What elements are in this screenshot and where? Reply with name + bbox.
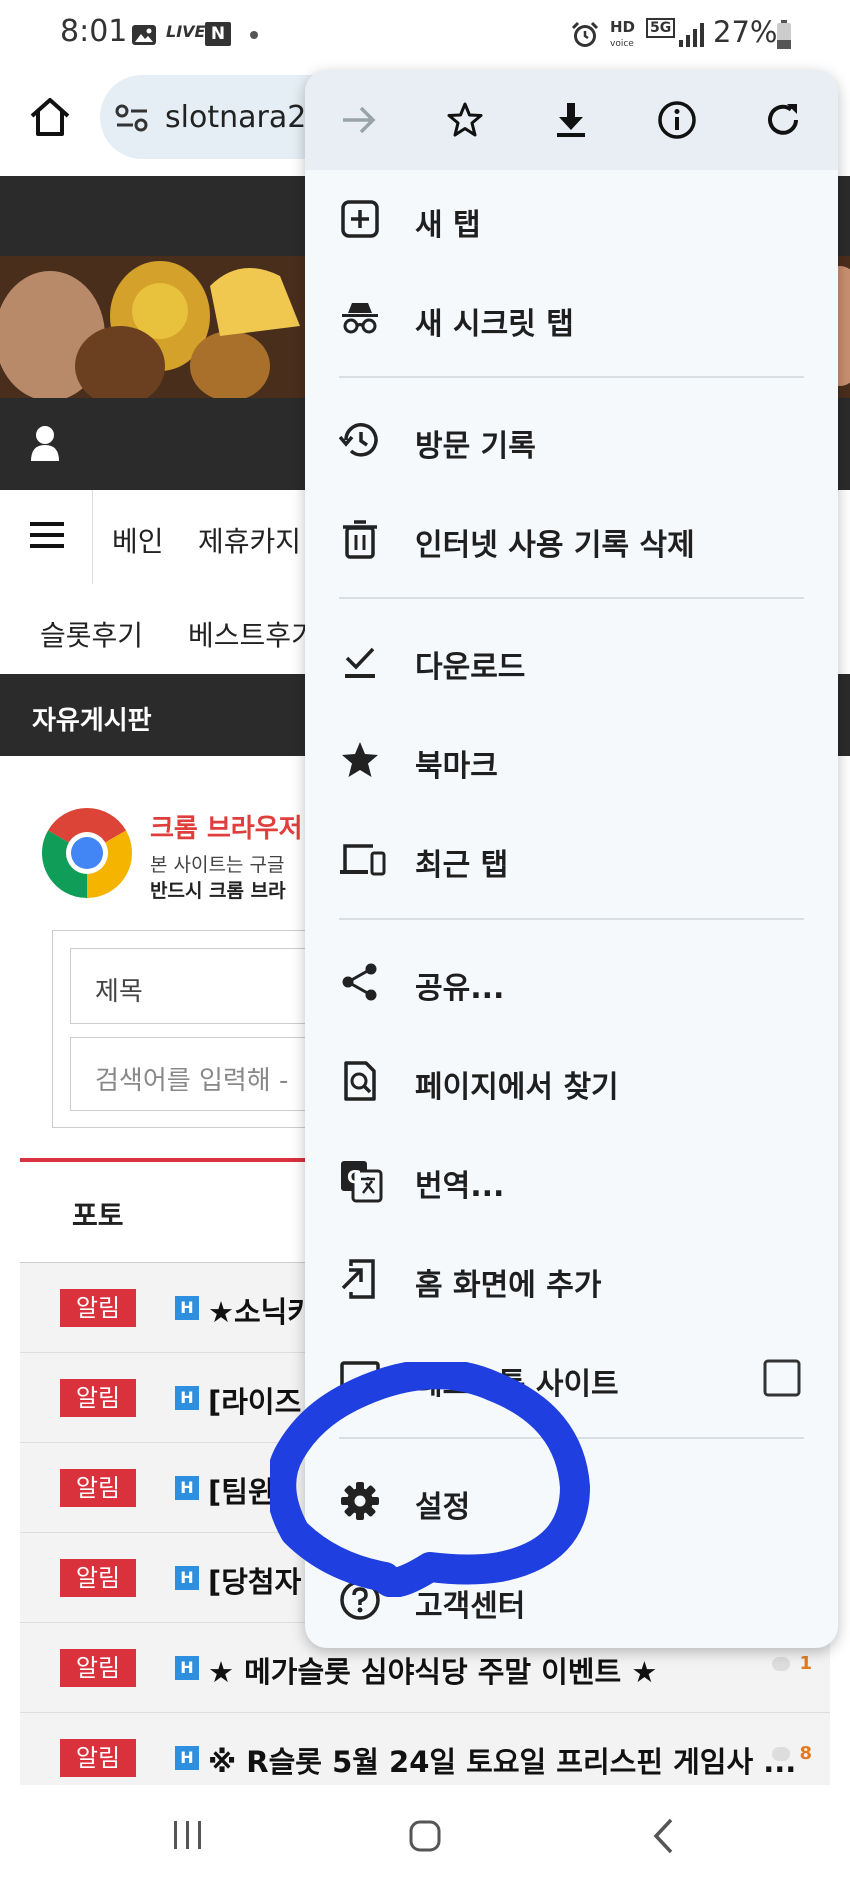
home-icon[interactable] <box>28 96 72 138</box>
hot-icon: H <box>175 1386 199 1410</box>
status-bar: 8:01 LIVE N HD voice 5G 27% <box>0 0 850 70</box>
board-title: 자유게시판 <box>32 706 152 736</box>
hot-icon: H <box>175 1656 199 1680</box>
comment-icon <box>772 1747 790 1761</box>
menu-item-label: 다운로드 <box>415 650 526 685</box>
translate-icon: G <box>339 1159 383 1203</box>
menu-item-recent-tabs[interactable]: 최근 탭 <box>305 810 838 909</box>
menu-item-label: 공유... <box>415 971 505 1006</box>
notice-badge: 알림 <box>60 1289 136 1327</box>
menu-separator <box>339 597 804 599</box>
menu-item-clear-browsing-data[interactable]: 인터넷 사용 기록 삭제 <box>305 490 838 589</box>
annotation-circle <box>270 1362 590 1597</box>
star-icon <box>339 739 381 781</box>
sub-nav-slot-reviews[interactable]: 슬롯후기 <box>40 614 143 654</box>
home-button-icon[interactable] <box>408 1819 442 1853</box>
hot-icon: H <box>175 1296 199 1320</box>
post-title[interactable]: [팀윈 <box>208 1469 275 1511</box>
notice-badge: 알림 <box>60 1379 136 1417</box>
history-icon <box>339 419 381 461</box>
site-settings-icon[interactable] <box>115 103 149 133</box>
desktop-site-checkbox[interactable] <box>763 1359 801 1397</box>
menu-item-label: 최근 탭 <box>415 848 509 883</box>
notice-badge: 알림 <box>60 1469 136 1507</box>
menu-item-label: 새 시크릿 탭 <box>415 307 574 342</box>
menu-toolbar <box>305 70 838 170</box>
add-to-home-icon <box>339 1258 381 1300</box>
hd-voice-label: HD voice <box>610 18 636 50</box>
signal-icon <box>678 22 704 48</box>
devices-icon <box>339 838 386 880</box>
hot-icon: H <box>175 1566 199 1590</box>
menu-item-history[interactable]: 방문 기록 <box>305 391 838 490</box>
refresh-icon[interactable] <box>763 100 803 140</box>
menu-item-downloads[interactable]: 다운로드 <box>305 612 838 711</box>
chrome-logo-icon <box>42 808 132 898</box>
search-placeholder: 검색어를 입력해 - <box>95 1066 289 1096</box>
menu-item-new-tab[interactable]: 새 탭 <box>305 170 838 269</box>
gallery-icon <box>131 24 157 46</box>
downloads-check-icon <box>339 640 381 682</box>
battery-percent: 27% <box>713 15 778 49</box>
notice-badge: 알림 <box>60 1649 136 1687</box>
comment-count: 1 <box>799 1653 812 1674</box>
incognito-icon <box>339 297 381 339</box>
network-type: 5G <box>646 18 676 38</box>
user-icon[interactable] <box>30 425 60 461</box>
battery-icon <box>776 20 792 50</box>
n-app-icon: N <box>205 22 231 46</box>
menu-item-label: 방문 기록 <box>415 429 536 464</box>
chrome-notice-text-bold: 반드시 크롬 브라 <box>150 880 286 902</box>
url-text[interactable]: slotnara2 <box>165 100 306 135</box>
chrome-notice-text: 본 사이트는 구글 <box>150 854 285 876</box>
menu-item-find-in-page[interactable]: 페이지에서 찾기 <box>305 1032 838 1131</box>
nav-item-partner-casino[interactable]: 제휴카지 <box>198 520 301 560</box>
menu-item-translate[interactable]: G 번역... <box>305 1131 838 1230</box>
menu-separator <box>339 376 804 378</box>
post-title[interactable]: ★소닉카 <box>208 1289 314 1331</box>
trash-icon <box>339 518 381 560</box>
menu-item-label: 홈 화면에 추가 <box>415 1268 602 1303</box>
svg-text:G: G <box>347 1167 362 1188</box>
back-icon[interactable] <box>652 1817 674 1855</box>
post-title[interactable]: ★ 메가슬롯 심야식당 주말 이벤트 ★ <box>208 1649 657 1691</box>
chrome-notice-title: 크롬 브라우저 <box>150 814 303 844</box>
menu-item-label: 북마크 <box>415 749 498 784</box>
menu-item-add-to-home[interactable]: 홈 화면에 추가 <box>305 1230 838 1329</box>
menu-item-bookmarks[interactable]: 북마크 <box>305 711 838 810</box>
hamburger-menu-icon[interactable] <box>30 520 64 550</box>
menu-item-label: 페이지에서 찾기 <box>415 1070 619 1105</box>
live-label: LIVE <box>166 22 206 41</box>
menu-item-share[interactable]: 공유... <box>305 933 838 1032</box>
recent-apps-icon[interactable] <box>172 1819 204 1851</box>
comment-count: 8 <box>799 1743 812 1764</box>
post-title[interactable]: ※ R슬롯 5월 24일 토요일 프리스핀 게임사 ... <box>208 1739 796 1781</box>
sub-nav-best-reviews[interactable]: 베스트후기 <box>188 614 317 654</box>
share-icon <box>339 961 381 1003</box>
alarm-icon <box>570 20 600 50</box>
menu-item-label: 번역... <box>415 1169 505 1204</box>
system-nav-bar <box>0 1785 850 1889</box>
nav-item-bein[interactable]: 베인 <box>112 520 164 560</box>
find-in-page-icon <box>339 1060 381 1102</box>
menu-item-new-incognito-tab[interactable]: 새 시크릿 탭 <box>305 269 838 368</box>
comment-icon <box>772 1657 790 1671</box>
hot-icon: H <box>175 1476 199 1500</box>
download-icon[interactable] <box>551 100 591 140</box>
notice-badge: 알림 <box>60 1739 136 1777</box>
nav-divider <box>92 490 93 584</box>
menu-item-label: 인터넷 사용 기록 삭제 <box>415 528 695 563</box>
bookmark-star-icon[interactable] <box>445 100 485 140</box>
forward-icon[interactable] <box>339 100 379 140</box>
notice-badge: 알림 <box>60 1559 136 1597</box>
tab-photo[interactable]: 포토 <box>72 1194 124 1234</box>
new-tab-icon <box>339 198 381 240</box>
hot-icon: H <box>175 1746 199 1770</box>
info-icon[interactable] <box>657 100 697 140</box>
search-field-value: 제목 <box>95 977 143 1007</box>
clock: 8:01 <box>60 14 128 49</box>
menu-separator <box>339 918 804 920</box>
menu-item-label: 새 탭 <box>415 208 481 243</box>
notification-dot-icon <box>250 31 258 39</box>
